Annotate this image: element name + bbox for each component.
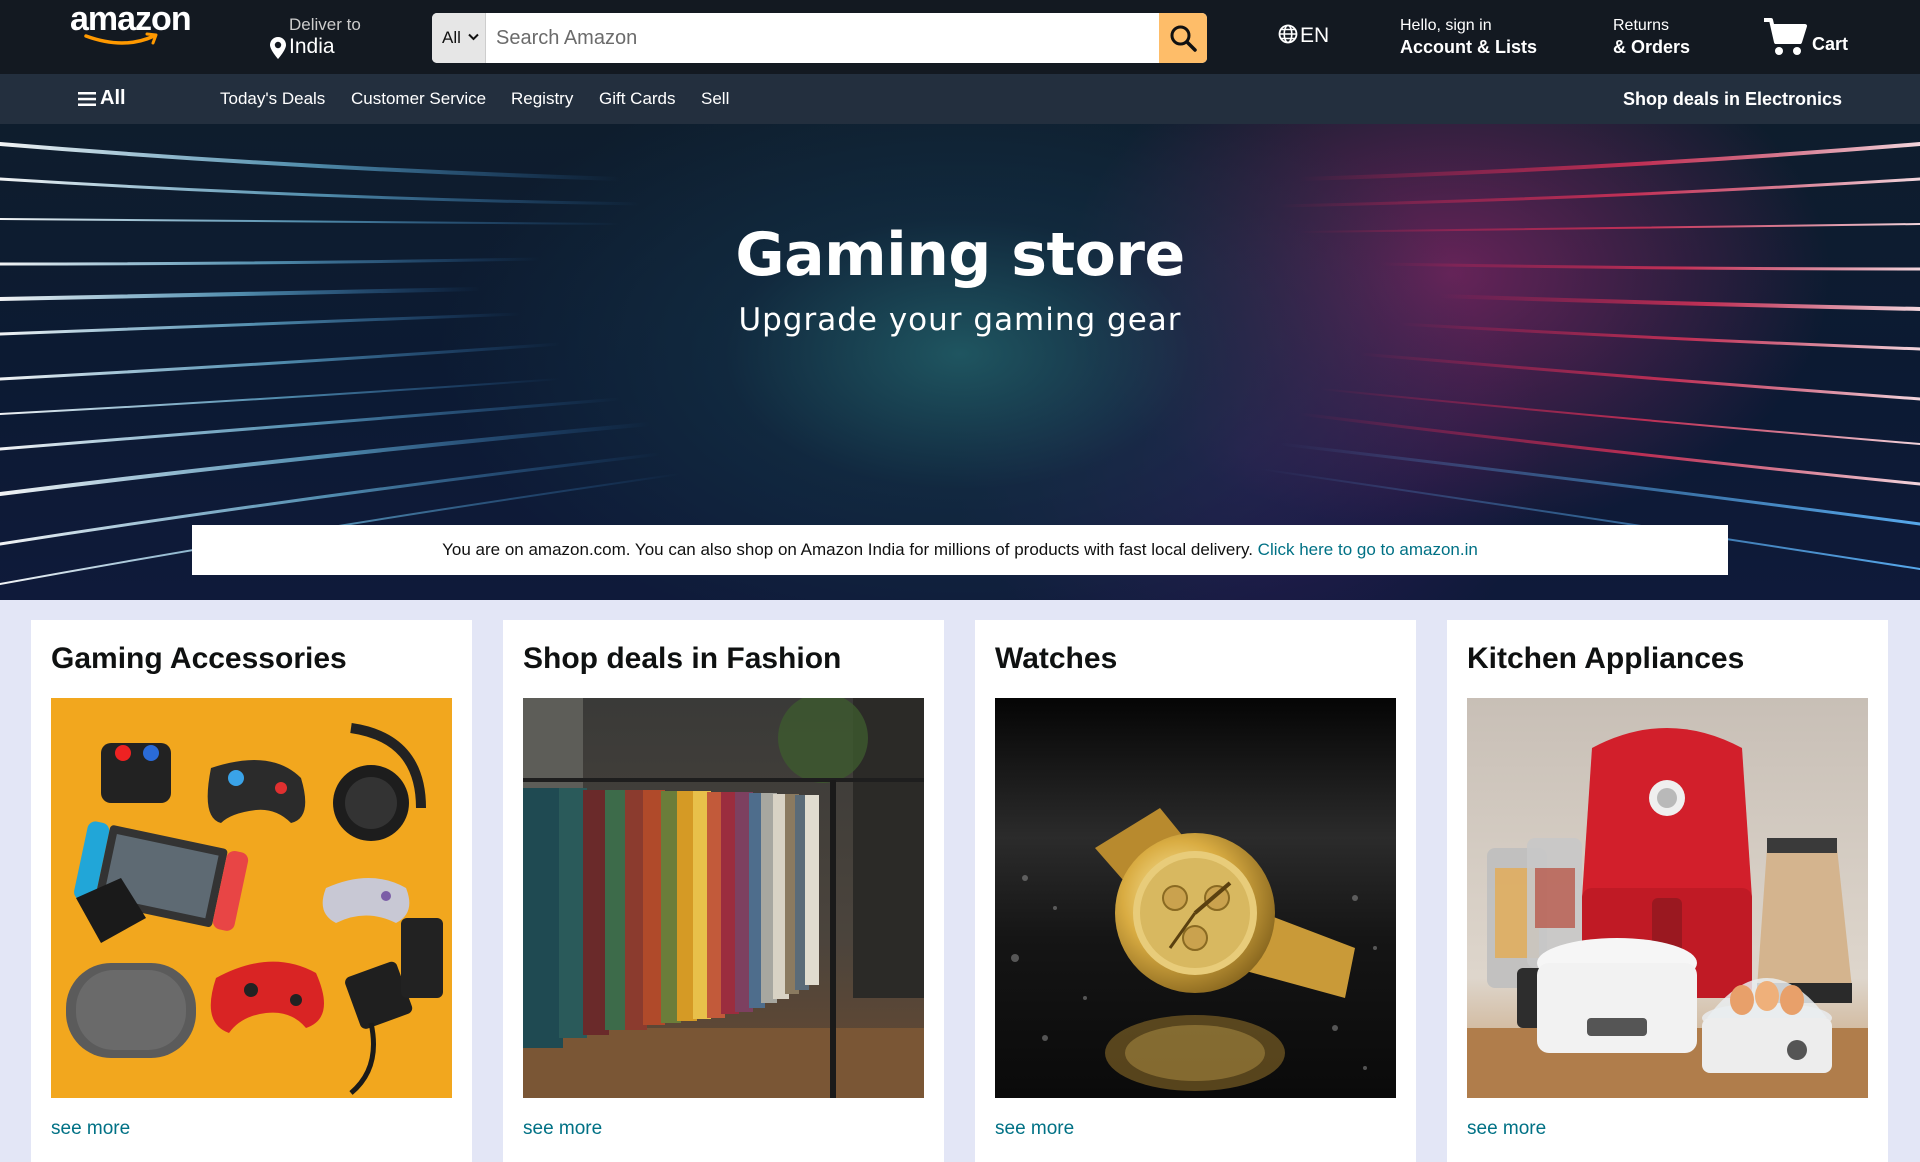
account-lists-label: Account & Lists — [1400, 37, 1538, 57]
nav-registry[interactable]: Registry — [511, 89, 573, 109]
hero-title: Gaming store — [735, 220, 1185, 290]
card-title: Gaming Accessories — [51, 642, 347, 675]
see-more-link[interactable]: see more — [1467, 1118, 1546, 1140]
amazon-logo[interactable]: amazon — [70, 0, 200, 52]
nav-sell[interactable]: Sell — [701, 89, 729, 109]
search-input[interactable] — [486, 13, 1152, 63]
deliver-to[interactable]: Deliver to India — [270, 15, 390, 61]
nav-customer-service[interactable]: Customer Service — [351, 89, 486, 109]
orders-label: & Orders — [1613, 37, 1691, 57]
secondary-nav: All Today's Deals Customer Service Regis… — [0, 74, 1920, 124]
cart[interactable]: Cart — [1762, 14, 1862, 62]
gaming-accessories-illustration — [51, 698, 452, 1098]
hero-subtitle: Upgrade your gaming gear — [738, 302, 1182, 338]
account-greeting: Hello, sign in — [1400, 17, 1492, 34]
cart-icon — [1764, 18, 1807, 55]
chevron-down-icon — [468, 33, 479, 41]
card-gaming-accessories[interactable]: Gaming Accessories see more — [31, 620, 472, 1162]
location-pin-icon — [270, 37, 286, 59]
returns-orders[interactable]: Returns & Orders — [1613, 17, 1690, 58]
globe-icon — [1278, 24, 1298, 44]
gaming-accessories-image[interactable] — [51, 698, 452, 1098]
all-label: All — [100, 87, 126, 109]
card-fashion[interactable]: Shop deals in Fashion see more — [503, 620, 944, 1162]
kitchen-appliances-image[interactable] — [1467, 698, 1868, 1098]
see-more-link[interactable]: see more — [995, 1118, 1074, 1140]
card-kitchen-appliances[interactable]: Kitchen Appliances see more — [1447, 620, 1888, 1162]
kitchen-appliances-illustration — [1467, 698, 1868, 1098]
top-header: amazon Deliver to India All Search Amazo… — [0, 0, 1920, 74]
account-lists[interactable]: Hello, sign in Account & Lists — [1400, 17, 1537, 58]
nav-gift-cards[interactable]: Gift Cards — [599, 89, 676, 109]
search-category-label: All — [442, 28, 461, 47]
deliver-location: India — [289, 35, 335, 58]
deliver-label: Deliver to — [289, 15, 361, 34]
gold-watch-illustration — [995, 698, 1396, 1098]
search-category-select[interactable]: All — [432, 13, 486, 63]
watches-image[interactable] — [995, 698, 1396, 1098]
search-icon — [1170, 25, 1197, 52]
card-title: Kitchen Appliances — [1467, 642, 1745, 675]
cart-label: Cart — [1812, 34, 1849, 54]
hamburger-menu-icon — [78, 92, 96, 106]
nav-todays-deals[interactable]: Today's Deals — [220, 89, 325, 109]
search-bar: All — [432, 13, 1207, 63]
clothes-rack-illustration — [523, 698, 924, 1098]
see-more-link[interactable]: see more — [523, 1118, 602, 1140]
see-more-link[interactable]: see more — [51, 1118, 130, 1140]
amazon-in-link[interactable]: Click here to go to amazon.in — [1258, 540, 1478, 559]
amazon-india-notice: You are on amazon.com. You can also shop… — [192, 525, 1728, 575]
card-watches[interactable]: Watches see more — [975, 620, 1416, 1162]
logo-smile-icon — [84, 32, 158, 45]
card-title: Watches — [995, 642, 1118, 675]
fashion-image[interactable] — [523, 698, 924, 1098]
language-label: EN — [1300, 24, 1330, 47]
notice-text: You are on amazon.com. You can also shop… — [442, 540, 1258, 559]
card-title: Shop deals in Fashion — [523, 642, 842, 675]
electronics-promo-link[interactable]: Shop deals in Electronics — [1623, 89, 1842, 110]
search-button[interactable] — [1159, 13, 1207, 63]
returns-label: Returns — [1613, 17, 1670, 34]
